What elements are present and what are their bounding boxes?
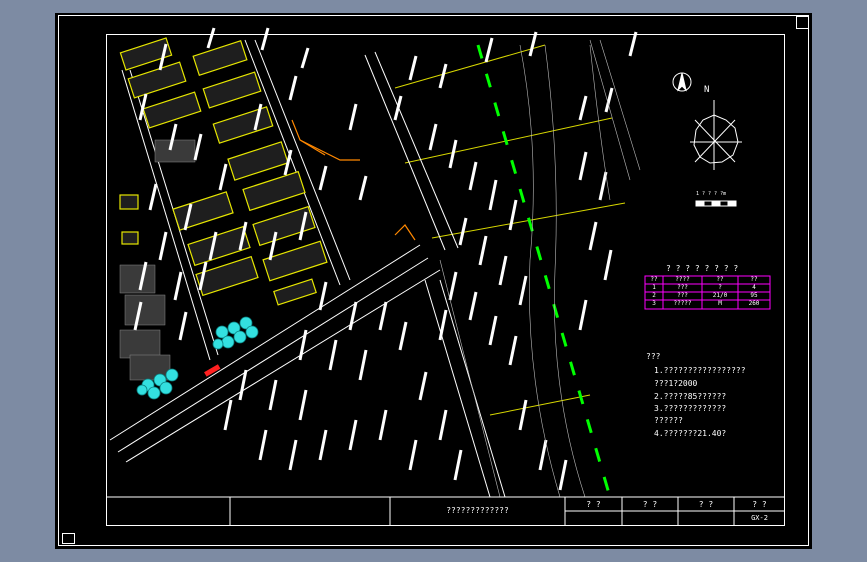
legend-header-cell: ?? <box>650 276 658 283</box>
legend-cell: ??? <box>677 292 688 299</box>
legend-cell: 3 <box>652 300 656 307</box>
hatched-blocks <box>119 139 196 381</box>
north-label: N <box>704 85 710 95</box>
legend-cell: 2 <box>652 292 656 299</box>
legend-cell: ??? <box>677 284 688 291</box>
legend-table-title: ? ? ? ? ? ? ? ? <box>666 264 739 273</box>
scale-label: 1 ? ? ? ?m <box>696 191 727 197</box>
title-block-cell: ? ? <box>642 500 658 509</box>
note-line: 3.????????????? <box>654 404 727 413</box>
title-block-main-title: ????????????? <box>446 506 509 515</box>
title-block-cell: ? ? <box>586 500 601 509</box>
note-line: ???1?2000 <box>654 379 698 388</box>
note-line: 2.?????85?????? <box>654 392 727 401</box>
contours <box>439 39 641 498</box>
drawing-number: GX-2 <box>751 514 768 522</box>
legend-header-cell: ???? <box>675 276 690 283</box>
legend-cell: ? <box>718 284 722 291</box>
notes-heading: ??? <box>646 352 661 361</box>
legend-cell: 4 <box>752 284 756 291</box>
legend-cell: 1 <box>652 284 656 291</box>
legend-header-cell: ?? <box>750 276 758 283</box>
red-marker <box>204 364 221 377</box>
legend-cell: 260 <box>748 300 760 307</box>
title-block-cell: ? ? <box>698 500 714 509</box>
note-line: 1.????????????????? <box>654 366 746 375</box>
note-line: ?????? <box>654 416 683 425</box>
legend-header-cell: ?? <box>716 276 724 283</box>
scale-bar <box>695 200 737 207</box>
legend-cell: ????? <box>673 300 692 307</box>
legend-cell: M <box>718 300 722 307</box>
legend-cell: 21/0 <box>712 292 728 299</box>
note-line: 4.???????21.40? <box>654 429 727 438</box>
title-block-cell: ? ? <box>752 500 767 509</box>
legend-cell: 95 <box>750 292 758 299</box>
centerline <box>476 44 612 498</box>
